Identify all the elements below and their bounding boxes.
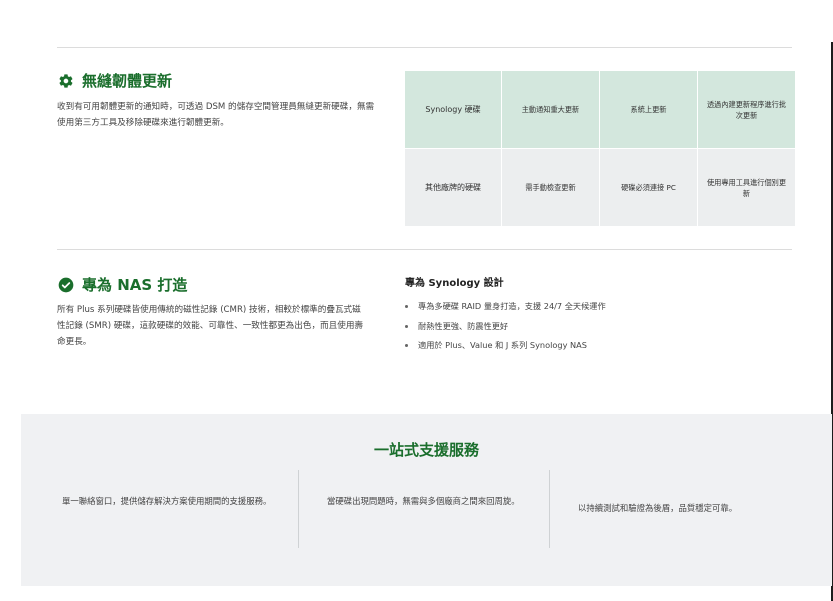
nas-heading: 專為 NAS 打造 xyxy=(57,274,187,295)
table-cell: 硬碟必須連接 PC xyxy=(600,149,697,226)
table-cell: 使用專用工具進行個別更新 xyxy=(698,149,795,226)
design-title: 專為 Synology 設計 xyxy=(405,278,504,289)
table-cell: 透過內建更新程序進行批次更新 xyxy=(698,71,795,148)
table-cell: 系統上更新 xyxy=(600,71,697,148)
check-circle-icon xyxy=(57,276,74,293)
support-item: 單一聯絡窗口，提供儲存解決方案使用期間的支援服務。 xyxy=(62,496,272,506)
table-cell: 其他廠牌的硬碟 xyxy=(405,149,501,226)
bullet-icon xyxy=(405,344,408,348)
gear-icon xyxy=(57,72,74,89)
support-item: 以持續測試和驗證為後盾，品質穩定可靠。 xyxy=(578,503,738,513)
table-cell: 主動通知重大更新 xyxy=(502,71,599,148)
firmware-comparison-table: Synology 硬碟 主動通知重大更新 系統上更新 透過內建更新程序進行批次更… xyxy=(405,71,795,227)
support-title: 一站式支援服務 xyxy=(373,441,479,459)
support-item: 當硬碟出現問題時，無需與多個廠商之間來回周旋。 xyxy=(327,496,520,506)
list-item: 適用於 Plus、Value 和 J 系列 Synology NAS xyxy=(405,336,606,356)
divider-top xyxy=(57,47,792,48)
design-bullet-list: 專為多硬碟 RAID 量身打造，支援 24/7 全天候運作 耐熱性更強、防震性更… xyxy=(405,297,606,356)
firmware-description: 收到有可用韌體更新的通知時，可透過 DSM 的儲存空間管理員無縫更新硬碟，無需使… xyxy=(57,102,375,128)
list-item: 耐熱性更強、防震性更好 xyxy=(405,317,606,337)
support-panel: 一站式支援服務 單一聯絡窗口，提供儲存解決方案使用期間的支援服務。 當硬碟出現問… xyxy=(21,414,832,586)
page: 無縫韌體更新 收到有可用韌體更新的通知時，可透過 DSM 的儲存空間管理員無縫更… xyxy=(0,0,833,601)
firmware-title: 無縫韌體更新 xyxy=(82,72,173,90)
table-cell: Synology 硬碟 xyxy=(405,71,501,148)
nas-title: 專為 NAS 打造 xyxy=(82,276,188,294)
list-item: 專為多硬碟 RAID 量身打造，支援 24/7 全天候運作 xyxy=(405,297,606,317)
column-divider xyxy=(298,470,299,548)
bullet-icon xyxy=(405,324,408,328)
bullet-icon xyxy=(405,305,408,309)
nas-description: 所有 Plus 系列硬碟皆使用傳統的磁性記錄 (CMR) 技術，相較於標準的疊瓦… xyxy=(57,305,364,347)
firmware-heading: 無縫韌體更新 xyxy=(57,70,172,91)
column-divider xyxy=(549,470,550,548)
divider-middle xyxy=(57,249,792,250)
table-cell: 需手動檢查更新 xyxy=(502,149,599,226)
